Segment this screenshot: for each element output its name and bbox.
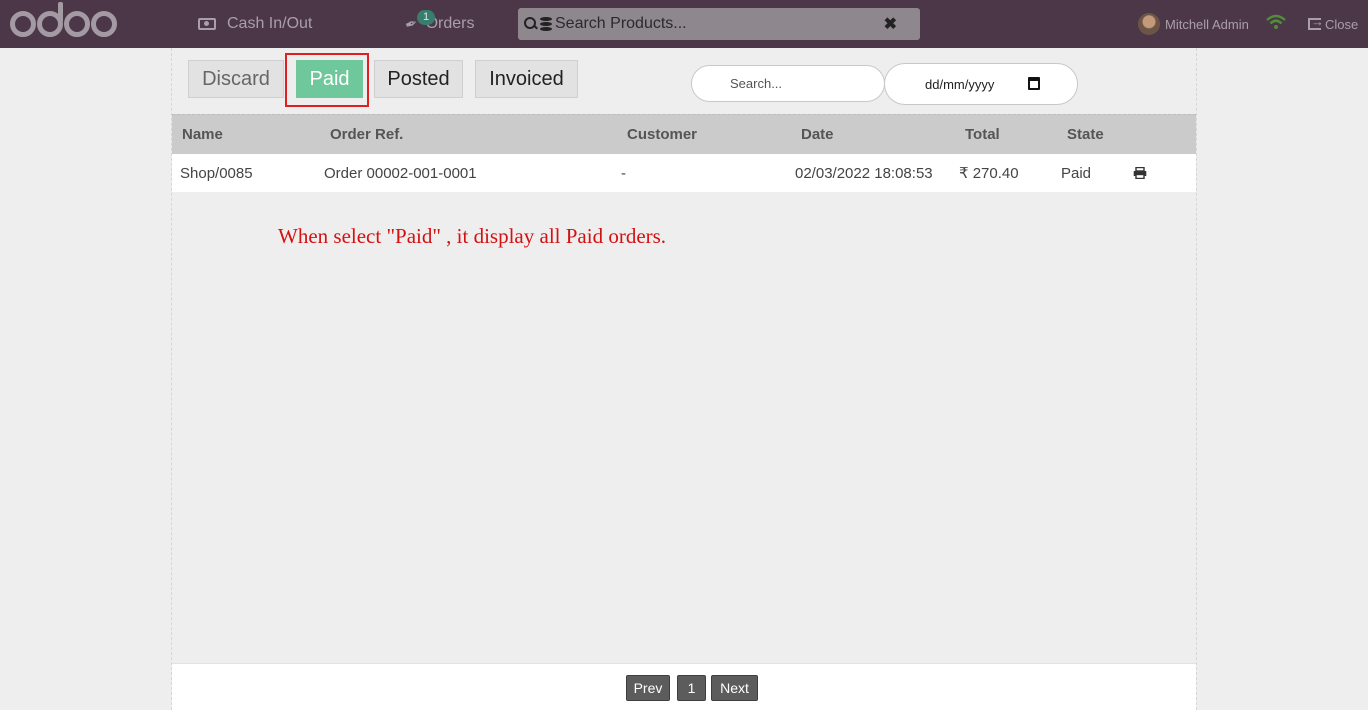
close-session-button[interactable]: Close	[1308, 0, 1358, 48]
exit-icon	[1308, 14, 1324, 30]
database-icon	[540, 17, 552, 31]
cell-order-ref: Order 00002-001-0001	[324, 165, 477, 182]
cell-total: ₹ 270.40	[959, 165, 1019, 182]
column-header-order-ref: Order Ref.	[330, 126, 404, 143]
column-header-total: Total	[965, 126, 1000, 143]
invoiced-filter-button[interactable]: Invoiced	[475, 60, 578, 98]
search-products-placeholder: Search Products...	[555, 15, 687, 32]
column-header-customer: Customer	[627, 126, 698, 143]
close-icon[interactable]: ✖	[884, 14, 897, 34]
cell-customer: -	[621, 165, 626, 182]
column-header-state: State	[1067, 126, 1104, 143]
cell-state: Paid	[1061, 165, 1092, 182]
cell-date: 02/03/2022 18:08:53	[795, 165, 933, 182]
top-bar: Cash In/Out ✒ 1 Orders Search Products..…	[0, 0, 1368, 48]
odoo-logo	[10, 2, 118, 44]
date-placeholder: dd/mm/yyyy	[925, 76, 995, 92]
discard-button[interactable]: Discard	[188, 60, 284, 98]
next-page-button[interactable]: Next	[711, 675, 758, 701]
orders-panel: Discard Paid Posted Invoiced Search... d…	[171, 48, 1197, 710]
annotation-text: When select "Paid" , it display all Paid…	[278, 224, 667, 248]
order-search-input[interactable]: Search...	[691, 65, 885, 102]
table-row[interactable]: Shop/0085 Order 00002-001-0001 - 02/03/2…	[172, 154, 1196, 192]
column-header-name: Name	[182, 126, 223, 143]
orders-button[interactable]: ✒ 1 Orders	[403, 0, 474, 48]
search-icon	[524, 17, 538, 31]
print-icon[interactable]	[1133, 167, 1147, 179]
page-number-button[interactable]: 1	[677, 675, 706, 701]
posted-filter-button[interactable]: Posted	[374, 60, 463, 98]
table-header: Name Order Ref. Customer Date Total Stat…	[172, 114, 1196, 154]
close-label: Close	[1325, 16, 1359, 32]
cash-in-out-button[interactable]: Cash In/Out	[198, 0, 312, 48]
user-menu[interactable]: Mitchell Admin	[1138, 0, 1249, 48]
wifi-icon	[1266, 14, 1286, 29]
cash-icon	[198, 18, 216, 30]
calendar-icon[interactable]	[1028, 77, 1040, 90]
cell-name: Shop/0085	[180, 165, 253, 182]
avatar	[1138, 13, 1160, 35]
user-name: Mitchell Admin	[1165, 16, 1249, 32]
column-header-date: Date	[801, 126, 834, 143]
pagination-bar: Prev 1 Next	[172, 663, 1196, 710]
order-search-placeholder: Search...	[730, 76, 783, 91]
cash-in-out-label: Cash In/Out	[227, 15, 313, 32]
search-products-field[interactable]: Search Products... ✖	[518, 8, 920, 40]
orders-count-badge: 1	[417, 10, 436, 25]
paid-highlight-box	[285, 53, 369, 107]
date-filter-input[interactable]: dd/mm/yyyy	[884, 63, 1078, 105]
prev-page-button[interactable]: Prev	[626, 675, 670, 701]
